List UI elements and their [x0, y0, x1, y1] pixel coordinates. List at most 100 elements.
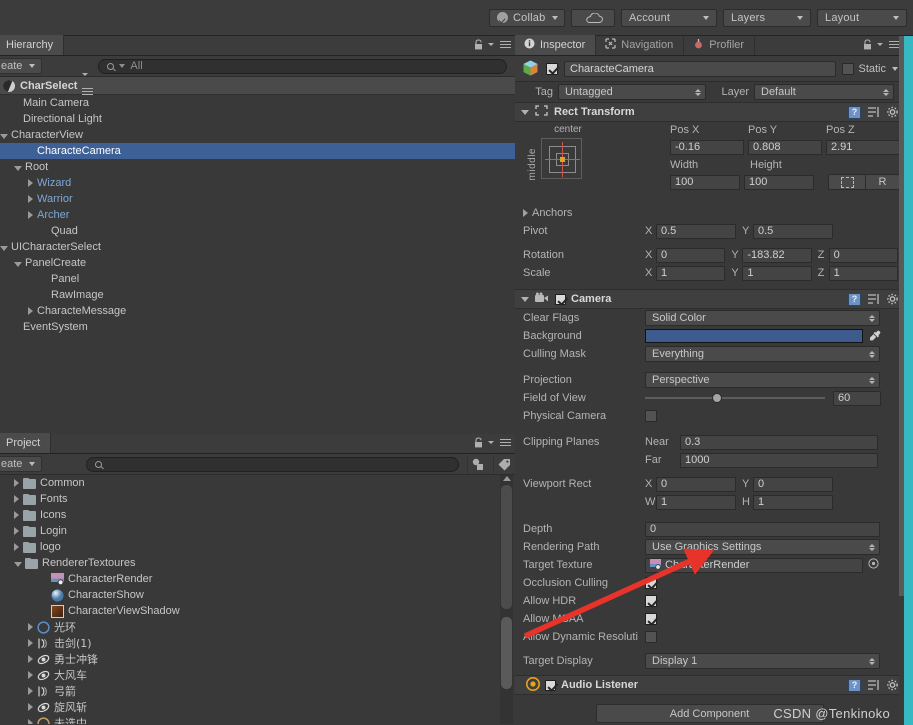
- lock-icon[interactable]: [474, 39, 483, 50]
- rotation-z-input[interactable]: 0: [828, 247, 898, 263]
- gear-icon[interactable]: [886, 679, 900, 692]
- scale-z-input[interactable]: 1: [828, 265, 898, 281]
- chevron-down-icon[interactable]: [14, 261, 22, 267]
- cloud-button[interactable]: [571, 8, 615, 27]
- chevron-right-icon[interactable]: [28, 179, 33, 187]
- help-icon[interactable]: ?: [848, 105, 861, 119]
- target-display-dropdown[interactable]: Display 1: [645, 653, 880, 669]
- far-input[interactable]: 1000: [680, 452, 878, 468]
- project-item[interactable]: 勇士冲锋: [0, 651, 515, 667]
- project-item[interactable]: CharacterRender: [0, 571, 515, 587]
- project-item[interactable]: 弓箭: [0, 683, 515, 699]
- help-icon[interactable]: ?: [848, 292, 861, 306]
- hierarchy-item[interactable]: CharacteMessage: [0, 303, 515, 319]
- chevron-right-icon[interactable]: [28, 639, 33, 647]
- viewport-y-input[interactable]: 0: [753, 476, 833, 492]
- chevron-right-icon[interactable]: [28, 195, 33, 203]
- chevron-right-icon[interactable]: [28, 671, 33, 679]
- project-item[interactable]: 大风车: [0, 667, 515, 683]
- chevron-right-icon[interactable]: [28, 307, 33, 315]
- inspector-scrollbar[interactable]: [899, 36, 904, 725]
- near-input[interactable]: 0.3: [680, 434, 878, 450]
- scale-x-input[interactable]: 1: [656, 265, 726, 281]
- pos-x-input[interactable]: -0.16: [670, 139, 744, 155]
- static-checkbox[interactable]: [842, 62, 855, 75]
- field-of-view-input[interactable]: 60: [833, 390, 881, 406]
- depth-input[interactable]: 0: [645, 521, 880, 537]
- blueprint-mode-button[interactable]: [828, 174, 866, 190]
- project-item[interactable]: 旋风斩: [0, 699, 515, 715]
- foldout-icon[interactable]: [521, 296, 529, 302]
- project-item[interactable]: 击剑(1): [0, 635, 515, 651]
- hierarchy-item[interactable]: Main Camera: [0, 95, 515, 111]
- width-input[interactable]: 100: [670, 174, 740, 190]
- chevron-right-icon[interactable]: [28, 687, 33, 695]
- hierarchy-item[interactable]: PanelCreate: [0, 255, 515, 271]
- pos-y-input[interactable]: 0.808: [748, 139, 822, 155]
- account-button[interactable]: Account: [621, 8, 717, 27]
- physical-camera-checkbox[interactable]: [645, 410, 657, 422]
- chevron-right-icon[interactable]: [28, 623, 33, 631]
- chevron-right-icon[interactable]: [14, 527, 19, 535]
- chevron-right-icon[interactable]: [523, 209, 528, 217]
- preset-icon[interactable]: [867, 106, 880, 119]
- hierarchy-item[interactable]: UICharacterSelect: [0, 239, 515, 255]
- scale-y-input[interactable]: 1: [742, 265, 812, 281]
- filter-by-label-button[interactable]: [493, 454, 515, 474]
- lock-icon[interactable]: [474, 437, 483, 448]
- hierarchy-item[interactable]: Warrior: [0, 191, 515, 207]
- filter-by-type-button[interactable]: [467, 454, 489, 474]
- chevron-down-icon[interactable]: [14, 561, 22, 567]
- inspector-scrollbar-thumb[interactable]: [899, 36, 904, 596]
- hierarchy-item[interactable]: Root: [0, 159, 515, 175]
- anchor-preset-widget[interactable]: [541, 138, 582, 179]
- chevron-right-icon[interactable]: [14, 495, 19, 503]
- hierarchy-item[interactable]: Directional Light: [0, 111, 515, 127]
- chevron-down-icon[interactable]: [0, 245, 8, 251]
- hierarchy-item[interactable]: CharacteCamera: [0, 143, 515, 159]
- preset-icon[interactable]: [867, 293, 880, 306]
- background-color-swatch[interactable]: [645, 329, 863, 343]
- project-create-button[interactable]: eate: [0, 456, 43, 472]
- chevron-right-icon[interactable]: [28, 655, 33, 663]
- audio-listener-enabled-checkbox[interactable]: [545, 679, 556, 691]
- project-item[interactable]: Fonts: [0, 491, 515, 507]
- help-icon[interactable]: ?: [848, 678, 861, 692]
- rotation-x-input[interactable]: 0: [656, 247, 726, 263]
- projection-dropdown[interactable]: Perspective: [645, 372, 880, 388]
- hierarchy-item[interactable]: Quad: [0, 223, 515, 239]
- audio-listener-header[interactable]: Audio Listener ?: [515, 675, 904, 695]
- project-item[interactable]: logo: [0, 539, 515, 555]
- project-item[interactable]: 光环: [0, 619, 515, 635]
- preset-icon[interactable]: [867, 679, 880, 692]
- anchors-foldout-row[interactable]: Anchors: [515, 204, 904, 222]
- hierarchy-item[interactable]: Archer: [0, 207, 515, 223]
- camera-enabled-checkbox[interactable]: [555, 293, 566, 305]
- chevron-right-icon[interactable]: [28, 211, 33, 219]
- panel-menu-icon[interactable]: [500, 438, 511, 447]
- project-item[interactable]: Common: [0, 475, 515, 491]
- target-texture-input[interactable]: CharacterRender: [645, 557, 863, 573]
- field-of-view-slider[interactable]: [645, 391, 825, 405]
- create-button[interactable]: eate: [0, 58, 43, 74]
- pos-z-input[interactable]: 2.91: [826, 139, 900, 155]
- chevron-right-icon[interactable]: [14, 543, 19, 551]
- tab-project[interactable]: Project: [0, 433, 52, 453]
- allow-hdr-checkbox[interactable]: [645, 595, 657, 607]
- viewport-w-input[interactable]: 1: [656, 494, 736, 510]
- hierarchy-item[interactable]: EventSystem: [0, 319, 515, 335]
- chevron-down-icon[interactable]: [14, 165, 22, 171]
- collab-button[interactable]: Collab: [489, 8, 565, 27]
- gameobject-enabled-checkbox[interactable]: [546, 62, 558, 75]
- viewport-h-input[interactable]: 1: [753, 494, 833, 510]
- rotation-y-input[interactable]: -183.82: [742, 247, 812, 263]
- foldout-icon[interactable]: [521, 109, 529, 115]
- project-scrollbar[interactable]: [500, 475, 513, 724]
- rect-transform-header[interactable]: Rect Transform ?: [515, 102, 904, 122]
- tag-dropdown[interactable]: Untagged: [558, 84, 706, 100]
- allow-dynamic-resolution-checkbox[interactable]: [645, 631, 657, 643]
- hierarchy-item[interactable]: Panel: [0, 271, 515, 287]
- tab-profiler[interactable]: Profiler: [684, 35, 756, 55]
- project-item[interactable]: CharacterViewShadow: [0, 603, 515, 619]
- project-item[interactable]: CharacterShow: [0, 587, 515, 603]
